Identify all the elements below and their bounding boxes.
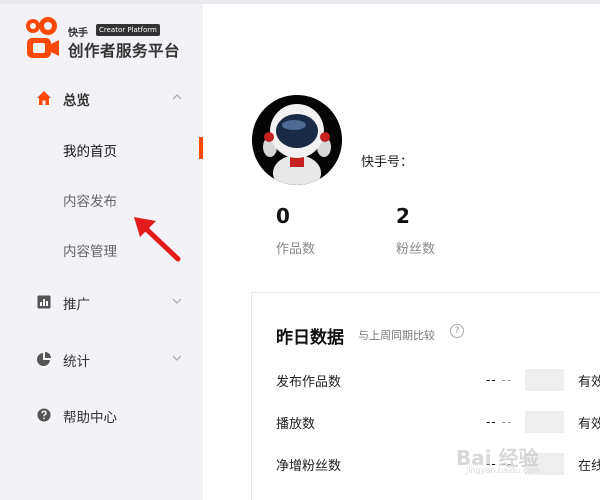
watermark-url: jingyan.baidu.com [466,466,540,475]
sidebar-item-overview-label: 总览 [63,93,90,109]
sidebar-item-overview[interactable]: 总览 [0,83,203,113]
red-arrow-annotation [134,217,181,262]
row-placeholder-box [525,411,564,433]
sidebar-item-help-label: 帮助中心 [63,410,117,426]
sidebar-item-help[interactable]: 帮助中心 [0,400,203,430]
chevron-up-icon [172,94,182,100]
sidebar-item-my-homepage-label: 我的首页 [63,144,117,160]
kuaishou-logo-icon [26,17,59,58]
question-icon[interactable]: ? [450,324,464,338]
astronaut-avatar-icon [252,95,342,185]
baidu-watermark: Bai 经验 jingyan.baidu.com [456,436,596,476]
row-value: -- -- [486,373,513,387]
row-label: 净增粉丝数 [276,459,342,474]
active-indicator [199,137,203,159]
brand-name: 创作者服务平台 [68,42,181,60]
brand-logo[interactable]: 快手 Creator Platform 创作者服务平台 [24,12,194,64]
card-compare-label: 与上周同期比较 [358,329,435,342]
brand-small-text: 快手 [68,28,88,39]
row-right-text: 有效 [578,417,600,432]
brand-badge: Creator Platform [96,24,160,36]
sidebar: 快手 Creator Platform 创作者服务平台 总览 我的首页 内容发布… [0,4,203,500]
sidebar-item-stats[interactable]: 统计 [0,344,203,374]
works-count: 0 [276,204,290,228]
bar-chart-icon [37,295,51,309]
sidebar-item-stats-label: 统计 [63,354,90,370]
sidebar-item-my-homepage[interactable]: 我的首页 [0,135,203,163]
works-label: 作品数 [276,242,316,257]
fans-label: 粉丝数 [396,242,436,257]
sidebar-item-promote-label: 推广 [63,297,90,313]
row-label: 播放数 [276,417,316,432]
row-placeholder-box [525,369,564,391]
row-right-text: 有效 [578,375,600,390]
row-label: 发布作品数 [276,375,342,390]
pie-chart-icon [37,352,51,366]
help-icon [37,408,51,422]
row-value: -- -- [486,415,513,429]
sidebar-item-content-publish-label: 内容发布 [63,194,117,210]
kuaishou-id-label: 快手号： [361,155,414,170]
fans-count: 2 [396,204,410,228]
avatar[interactable] [252,95,342,185]
chevron-down-icon [172,298,182,304]
chevron-down-icon [172,355,182,361]
sidebar-item-promote[interactable]: 推广 [0,287,203,317]
card-title: 昨日数据 [276,328,344,348]
home-icon [37,91,51,105]
sidebar-item-content-manage-label: 内容管理 [63,244,117,260]
